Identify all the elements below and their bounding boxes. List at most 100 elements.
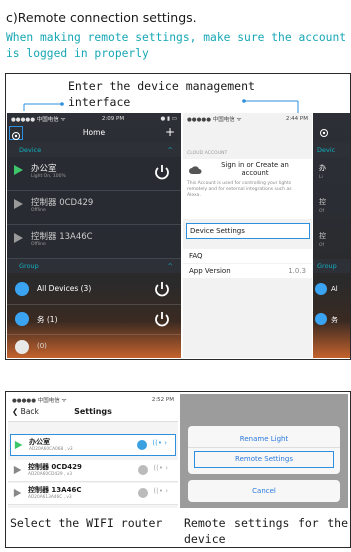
status-bar: ●●●●● 中国电信 ᯤ 2:44 PM — [183, 113, 312, 125]
device-row[interactable]: 办公室 Light On, 100% — [7, 157, 181, 191]
cloud-account-card[interactable]: Sign in or Create an account This Accoun… — [183, 159, 312, 219]
group-section-header: Group ^ — [7, 259, 181, 273]
device-name: 控制器 13A46C — [28, 486, 82, 494]
device-id: AD20A60CD429 , v3 — [28, 472, 73, 477]
cloud-description: This Account is used for controlling you… — [187, 181, 292, 198]
bulb-icon — [315, 283, 327, 295]
app-version-label: App Version — [189, 267, 231, 275]
group-section-label: Group — [19, 262, 39, 270]
wifi-icon[interactable]: ((• › — [153, 464, 168, 472]
cloud-header: CLOUD ACCOUNT — [187, 151, 228, 156]
home-title: Home — [82, 128, 106, 137]
leaf-icon — [14, 440, 23, 450]
clock-text: 2:09 PM — [101, 116, 125, 122]
leaf-icon — [13, 488, 22, 498]
home-peek: Devic 办 Li 控 Of 控 Of Group Al 务 — [313, 113, 350, 358]
device-row[interactable]: 办公室 AD20A60CA068 , v3 ((• › — [10, 434, 176, 456]
section-heading: c)Remote connection settings. — [6, 10, 197, 25]
wifi-icon[interactable]: ((• › — [153, 487, 168, 495]
gear-icon — [320, 129, 328, 137]
device-section-label: Devic — [313, 143, 350, 157]
action-sheet-screen: Rename Light Remote Settings Cancel — [180, 394, 348, 508]
home-screen: ●●●●● 中国电信 ᯤ 2:09 PM ● ▮ ▭ Home + Device… — [7, 113, 181, 358]
peek-text: Li — [319, 175, 323, 180]
peek-text: Of — [319, 243, 325, 248]
battery-icon: ● ▮ ▭ — [160, 116, 177, 122]
caption-right: Remote settings for the device — [184, 516, 348, 546]
group-name: All Devices (3) — [37, 284, 92, 293]
intro-note: When making remote settings, make sure t… — [6, 31, 347, 60]
device-row[interactable]: 控制器 13A46C AD20A613A46C , v3 ((• › — [8, 483, 178, 505]
device-status: Offline — [31, 208, 46, 213]
remote-settings-button[interactable]: Remote Settings — [194, 451, 334, 468]
leaf-icon — [14, 199, 23, 209]
device-name: 控制器 0CD429 — [31, 198, 94, 208]
carrier-text: ●●●●● 中国电信 ᯤ — [12, 398, 67, 404]
add-icon[interactable]: + — [165, 125, 175, 139]
group-row[interactable]: (0) — [7, 335, 181, 358]
nav-bar: ●●●●● 中国电信 ᯤ 2:52 PM ❮ Back Settings — [8, 394, 178, 422]
peek-text: Of — [319, 209, 325, 214]
clock-text: 2:52 PM — [151, 397, 174, 403]
device-row[interactable]: 控制器 0CD429 Offline — [7, 191, 181, 225]
app-version-row: App Version 1.0.3 — [183, 264, 312, 278]
device-id: AD20A613A46C , v3 — [28, 495, 72, 500]
sign-in-link[interactable]: Sign in or Create an account — [209, 161, 301, 177]
device-name: 控制器 0CD429 — [28, 463, 82, 471]
power-icon[interactable] — [153, 163, 171, 181]
wifi-icon[interactable]: ((• › — [152, 439, 167, 447]
settings-highlight[interactable] — [9, 126, 23, 140]
app-version-value: 1.0.3 — [288, 267, 306, 275]
group-section-label: Group — [313, 259, 350, 273]
status-bar: ●●●●● 中国电信 ᯤ 2:52 PM — [8, 394, 178, 406]
power-icon[interactable] — [153, 280, 171, 298]
leaf-icon — [14, 165, 23, 175]
device-status: Offline — [31, 242, 46, 247]
bulb-icon — [315, 313, 327, 325]
group-name: 务 (1) — [37, 315, 58, 324]
power-icon[interactable] — [153, 310, 171, 328]
nav-title: Settings — [74, 407, 112, 416]
carrier-text: ●●●●● 中国电信 ᯤ — [187, 117, 242, 123]
clock-text: 2:44 PM — [285, 116, 308, 122]
device-row[interactable]: 控制器 13A46C Offline — [7, 225, 181, 259]
bulb-icon — [15, 312, 29, 326]
carrier-text: ●●●●● 中国电信 ᯤ — [11, 117, 66, 123]
settings-menu-screen: ●●●●● 中国电信 ᯤ 2:44 PM CLOUD ACCOUNT Sign … — [183, 113, 312, 358]
faq-item[interactable]: FAQ — [183, 249, 312, 263]
device-section-header: Device ^ — [7, 143, 181, 157]
cloud-badge-icon — [137, 440, 147, 450]
device-row[interactable]: 控制器 0CD429 AD20A60CD429 , v3 ((• › — [8, 460, 178, 482]
leaf-icon — [13, 465, 22, 475]
leaf-icon — [14, 233, 23, 243]
device-name: 办公室 — [31, 164, 57, 174]
collapse-icon[interactable]: ^ — [168, 259, 173, 273]
peek-text: 控 — [319, 198, 326, 206]
device-status: Light On, 100% — [31, 174, 66, 179]
peek-text: 务 — [331, 316, 338, 324]
cloud-icon — [189, 166, 202, 174]
group-row[interactable]: 务 (1) — [7, 305, 181, 335]
group-row[interactable]: All Devices (3) — [7, 275, 181, 305]
cancel-button[interactable]: Cancel — [188, 480, 340, 502]
cloud-badge-icon — [138, 488, 148, 498]
device-name: 办公室 — [29, 438, 50, 446]
device-settings-item[interactable]: Device Settings — [186, 223, 310, 239]
gear-icon — [12, 132, 20, 140]
cloud-badge-icon — [138, 465, 148, 475]
peek-text: 控 — [319, 232, 326, 240]
figure-1: Enter the device management interface ●●… — [5, 73, 351, 360]
caption-left: Select the WIFI router — [10, 516, 163, 530]
figure-2: ●●●●● 中国电信 ᯤ 2:52 PM ❮ Back Settings 办公室… — [5, 391, 351, 548]
peek-text: Al — [331, 285, 338, 293]
group-name: (0) — [37, 342, 47, 350]
status-bar: ●●●●● 中国电信 ᯤ 2:09 PM ● ▮ ▭ — [7, 113, 181, 125]
rename-light-button[interactable]: Rename Light — [188, 430, 340, 448]
action-sheet: Rename Light Remote Settings — [188, 426, 340, 474]
device-id: AD20A60CA068 , v3 — [29, 447, 73, 452]
bulb-icon — [15, 340, 29, 354]
device-settings-screen: ●●●●● 中国电信 ᯤ 2:52 PM ❮ Back Settings 办公室… — [8, 394, 178, 508]
device-name: 控制器 13A46C — [31, 232, 93, 242]
collapse-icon[interactable]: ^ — [168, 143, 173, 157]
device-section-label: Device — [19, 146, 42, 154]
